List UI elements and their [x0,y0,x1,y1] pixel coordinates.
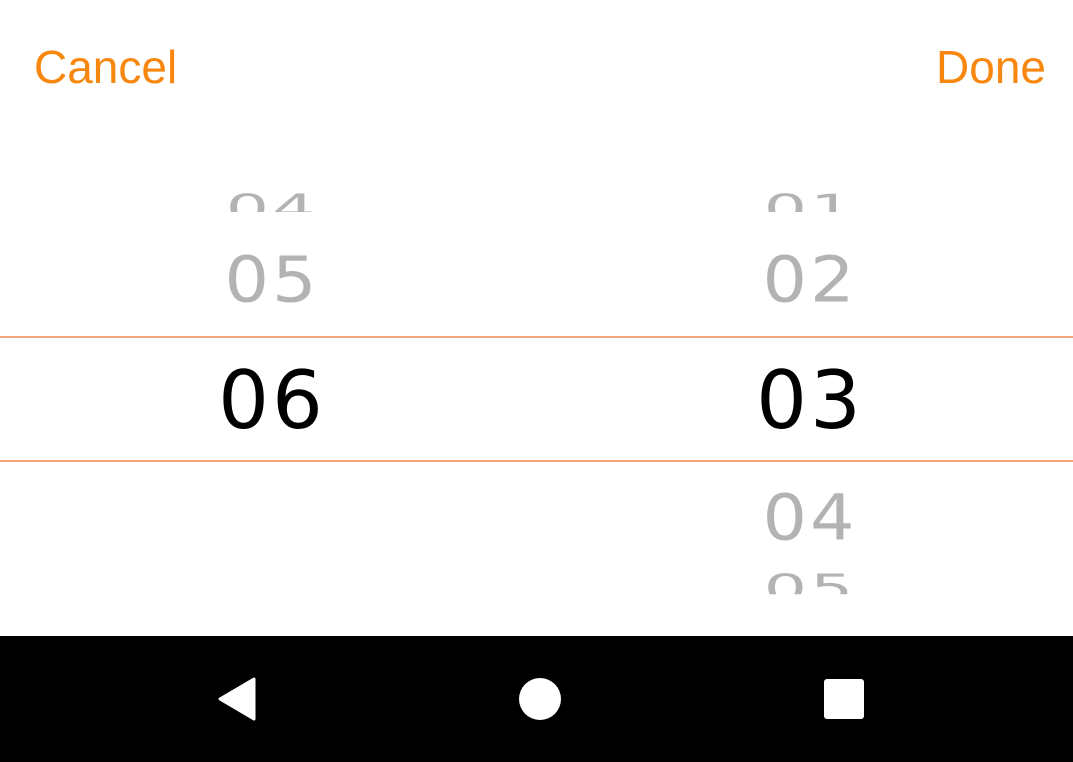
done-button[interactable]: Done [936,38,1046,96]
system-navigation-bar [0,636,1073,762]
right-wheel-item-far-below[interactable]: 05 [710,570,910,594]
left-wheel-selected-item[interactable]: 06 [172,356,372,446]
picker-toolbar: Cancel Done [0,0,1073,130]
right-wheel-item-far-above[interactable]: 01 [710,190,910,212]
right-wheel-selected-item[interactable]: 03 [710,356,910,446]
right-wheel-item-above[interactable]: 02 [710,244,910,316]
selection-top-divider [0,336,1073,338]
back-triangle-icon[interactable] [212,674,262,724]
left-wheel[interactable]: 04 05 06 [172,130,372,636]
right-wheel[interactable]: 01 02 03 04 05 [710,130,910,636]
picker-dialog: Cancel Done 04 05 06 01 02 03 04 05 [0,0,1073,762]
wheel-picker[interactable]: 04 05 06 01 02 03 04 05 [0,130,1073,636]
home-circle-icon[interactable] [515,674,565,724]
right-wheel-item-below[interactable]: 04 [710,482,910,554]
left-wheel-item-far-below[interactable] [172,570,372,594]
recents-square-icon[interactable] [819,674,869,724]
cancel-button[interactable]: Cancel [34,38,177,96]
left-wheel-item-above[interactable]: 05 [172,244,372,316]
selection-bottom-divider [0,460,1073,462]
left-wheel-item-far-above[interactable]: 04 [172,190,372,212]
